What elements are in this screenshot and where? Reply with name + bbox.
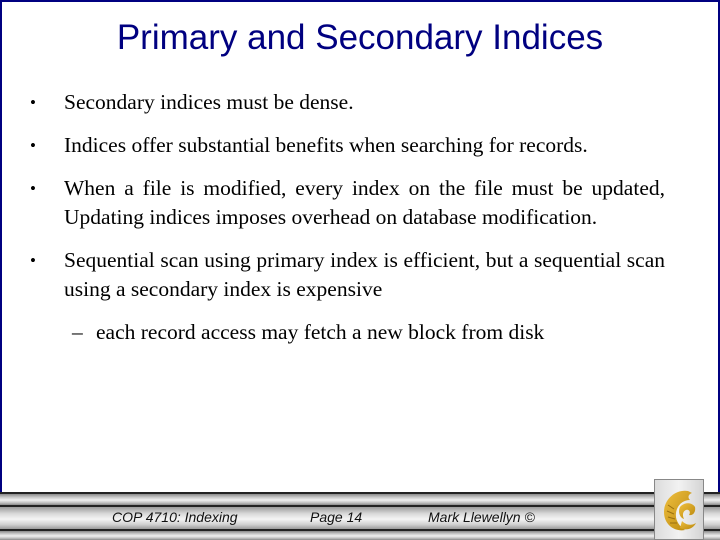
bullet-text: Sequential scan using primary index is e… [64, 248, 665, 301]
bullet-item: • Secondary indices must be dense. [30, 88, 665, 117]
bullet-marker: • [30, 179, 36, 198]
footer-course: COP 4710: Indexing [112, 509, 238, 525]
bullet-item: • Sequential scan using primary index is… [30, 246, 665, 304]
bullet-text: Indices offer substantial benefits when … [64, 133, 588, 157]
pegasus-logo-icon [664, 490, 696, 531]
footer-band-bottom [0, 529, 720, 540]
bullet-item: • Indices offer substantial benefits whe… [30, 131, 665, 160]
sub-bullet-text: each record access may fetch a new block… [96, 320, 545, 344]
bullet-marker: • [30, 93, 36, 112]
bullet-marker: • [30, 136, 36, 155]
slide-title: Primary and Secondary Indices [116, 18, 604, 57]
sub-bullet-marker: – [72, 320, 83, 344]
slide-footer: COP 4710: Indexing Page 14 Mark Llewelly… [0, 492, 720, 540]
logo-box [654, 479, 704, 540]
sub-bullet-item: – each record access may fetch a new blo… [30, 318, 665, 347]
footer-author: Mark Llewellyn © [428, 509, 535, 525]
bullet-text: When a file is modified, every index on … [64, 176, 665, 229]
bullet-marker: • [30, 251, 36, 270]
bullet-text: Secondary indices must be dense. [64, 90, 354, 114]
footer-page-number: Page 14 [310, 509, 363, 525]
bullet-item: • When a file is modified, every index o… [30, 174, 665, 232]
bullet-list: • Secondary indices must be dense. • Ind… [30, 88, 665, 347]
footer-band-top [0, 492, 720, 505]
